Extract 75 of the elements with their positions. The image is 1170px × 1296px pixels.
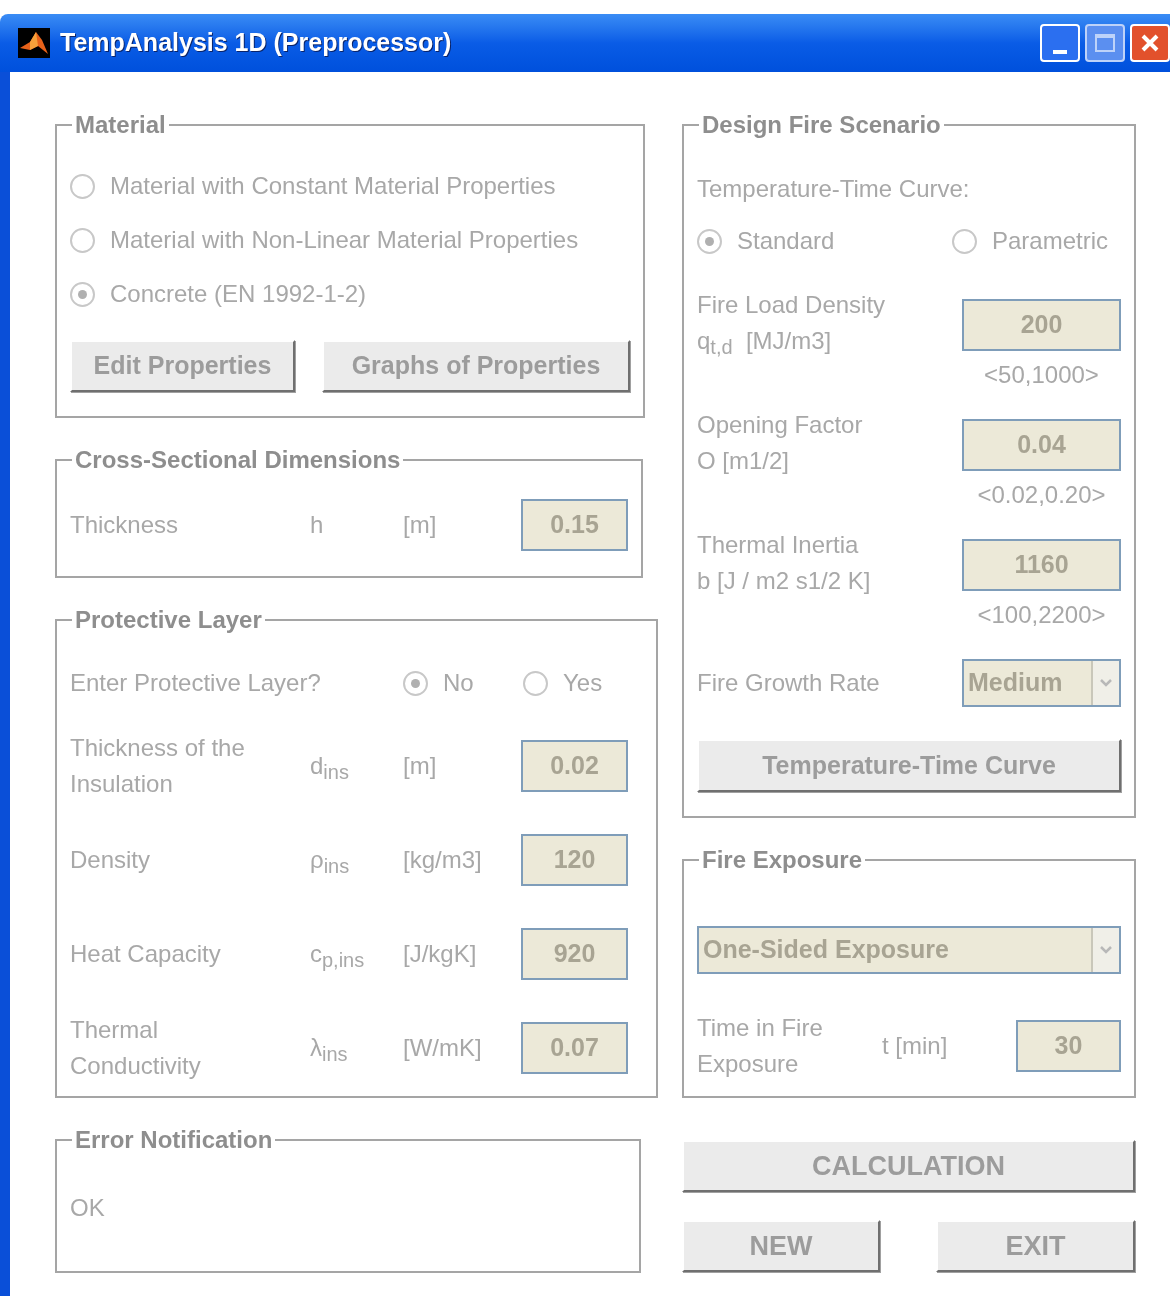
maximize-button[interactable] <box>1085 24 1125 62</box>
close-icon <box>1139 32 1161 54</box>
symbol-label: d$_{ins}$ <box>310 751 350 784</box>
group-title: Design Fire Scenario <box>701 111 942 139</box>
unit-label: t [min] <box>882 1031 949 1061</box>
radio-button[interactable] <box>697 228 722 254</box>
section-label: Temperature-Time Curve: <box>697 175 971 203</box>
symbol-label: h <box>310 510 325 540</box>
input-field[interactable]: 120 <box>521 834 628 886</box>
dropdown-value: Medium <box>967 667 1064 699</box>
properties-button[interactable]: Edit Properties <box>70 340 295 392</box>
input-field[interactable]: 200 <box>962 299 1121 351</box>
question-label: Enter Protective Layer? <box>70 668 322 698</box>
radio-label: Material with Constant Material Properties <box>110 171 556 201</box>
radio-button[interactable] <box>523 670 548 696</box>
dropdown-value: One-Sided Exposure <box>702 934 950 966</box>
unit-label: O [m1/2] <box>697 446 791 476</box>
group-title: Fire Exposure <box>701 846 864 874</box>
input-field[interactable]: 0.04 <box>962 419 1121 471</box>
minimize-button[interactable] <box>1040 24 1080 62</box>
field-label: Heat Capacity <box>70 939 222 969</box>
range-label: <0.02,0.20> <box>977 480 1106 510</box>
field-label: Density <box>70 845 152 875</box>
unit-label: [J/kgK] <box>403 939 478 969</box>
dropdown[interactable]: One-Sided Exposure <box>697 926 1121 974</box>
status-message: OK <box>70 1193 106 1223</box>
group-title: Protective Layer <box>74 606 263 634</box>
new-button[interactable]: NEW <box>682 1220 880 1272</box>
app-icon[interactable] <box>18 28 50 58</box>
radio-button[interactable] <box>70 173 95 199</box>
radio-label: No <box>443 668 474 698</box>
field-label: Thermal Conductivity <box>70 1015 202 1081</box>
field-label: Thickness <box>70 510 180 540</box>
radio-button[interactable] <box>70 281 95 307</box>
field-label: Fire Growth Rate <box>697 668 881 698</box>
calculation-button[interactable]: CALCULATION <box>682 1140 1135 1192</box>
radio-label: Parametric <box>992 226 1109 256</box>
range-label: <50,1000> <box>984 360 1099 390</box>
unit-label: [kg/m3] <box>403 845 483 875</box>
unit-label: [W/mK] <box>403 1033 483 1063</box>
symbol-label: λ$_{ins}$ <box>310 1033 349 1066</box>
input-field[interactable]: 0.15 <box>521 499 628 551</box>
dropdown[interactable]: Medium <box>962 659 1121 707</box>
curve-button[interactable]: Temperature-Time Curve <box>697 739 1121 792</box>
group-title: Material <box>74 111 167 139</box>
unit-label: [m] <box>403 510 438 540</box>
input-field[interactable]: 0.07 <box>521 1022 628 1074</box>
properties-button[interactable]: Graphs of Properties <box>322 340 630 392</box>
unit-label: b [J / m2 s1/2 K] <box>697 566 872 596</box>
group-title: Cross-Sectional Dimensions <box>74 446 402 474</box>
radio-label: Material with Non-Linear Material Properties <box>110 225 579 255</box>
radio-label: Standard <box>737 226 835 256</box>
radio-label: Concrete (EN 1992-1-2) <box>110 279 367 309</box>
input-field[interactable]: 920 <box>521 928 628 980</box>
range-label: <100,2200> <box>977 600 1106 630</box>
unit-label: [m] <box>403 751 438 781</box>
radio-button[interactable] <box>70 227 95 253</box>
radio-label: Yes <box>563 668 603 698</box>
group-title: Error Notification <box>74 1126 274 1154</box>
exit-button[interactable]: EXIT <box>936 1220 1135 1272</box>
symbol-label: ρ$_{ins}$ <box>310 845 351 878</box>
field-label: Thermal Inertia <box>697 530 860 560</box>
window-title: TempAnalysis 1D (Preprocessor) <box>60 27 452 59</box>
input-field[interactable]: 0.02 <box>521 740 628 792</box>
field-label: Time in Fire Exposure <box>697 1013 824 1079</box>
unit-label: q$_{t,d}$ [MJ/m3] <box>697 326 833 359</box>
close-button[interactable] <box>1130 24 1170 62</box>
radio-button[interactable] <box>403 670 428 696</box>
field-label: Fire Load Density <box>697 290 887 320</box>
field-label: Opening Factor <box>697 410 864 440</box>
input-field[interactable]: 1160 <box>962 539 1121 591</box>
symbol-label: c$_{p,ins}$ <box>310 939 366 972</box>
input-field[interactable]: 30 <box>1016 1020 1121 1072</box>
radio-button[interactable] <box>952 228 977 254</box>
field-label: Thickness of the Insulation <box>70 733 246 799</box>
